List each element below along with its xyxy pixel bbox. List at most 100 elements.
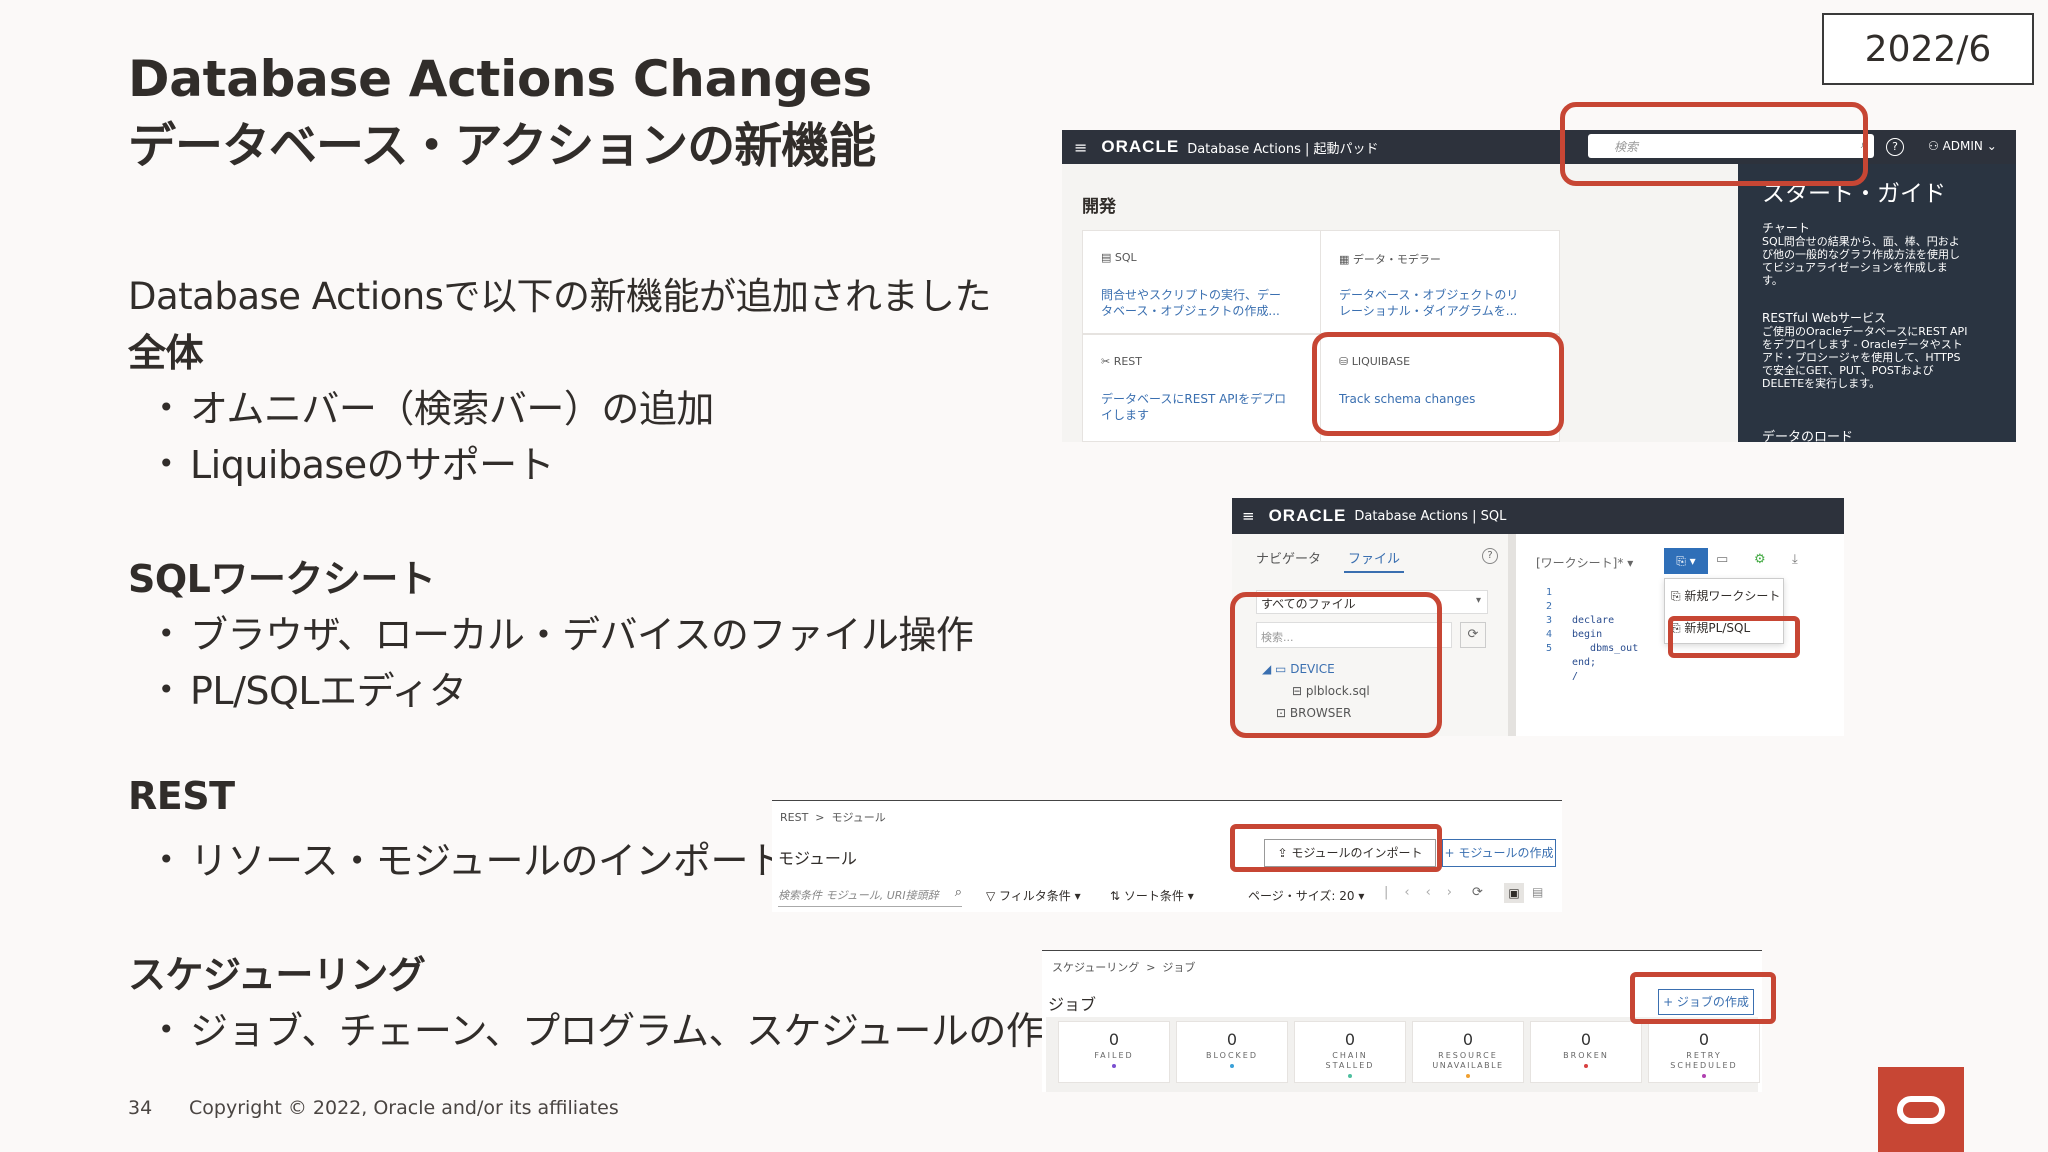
stat-retry-scheduled-value: 0 xyxy=(1698,1030,1710,1049)
bullet-module-import: リソース・モジュールのインポート xyxy=(158,830,786,885)
stat-chain-stalled[interactable]: 0 CHAIN STALLED xyxy=(1294,1021,1406,1083)
slide-title-en: Database Actions Changes xyxy=(128,50,872,108)
refresh-icon[interactable]: ⟳ xyxy=(1460,622,1486,648)
screenshot-rest-modules: REST > モジュール モジュール ⇪ モジュールのインポート + モジュール… xyxy=(772,800,1562,912)
start-guide-panel: スタート・ガイド チャート SQL問合せの結果から、面、棒、円およ び他の一般的… xyxy=(1738,164,2016,442)
rest-heading: RESTful Webサービス xyxy=(1762,311,1887,325)
status-dot xyxy=(1230,1064,1234,1068)
stat-resource-unavailable[interactable]: 0 RESOURCE UNAVAILABLE xyxy=(1412,1021,1524,1083)
app-title: Database Actions | SQL xyxy=(1354,508,1507,524)
hamburger-menu-icon[interactable]: ≡ xyxy=(1242,507,1255,525)
stat-broken[interactable]: 0 BROKEN xyxy=(1530,1021,1642,1083)
rest-line-3: アド・プロシージャを使用して、HTTPS xyxy=(1762,351,1961,364)
sort-icon: ⇅ xyxy=(1110,889,1124,903)
stat-resource-unavailable-label-2: UNAVAILABLE xyxy=(1432,1061,1504,1070)
user-menu[interactable]: ⚇ ADMIN ⌄ xyxy=(1928,139,1997,153)
oracle-brand: ORACLE xyxy=(1101,137,1180,156)
card-data-modeler-desc-1: データベース・オブジェクトのリ xyxy=(1339,288,1519,302)
oracle-logo-icon xyxy=(1897,1095,1945,1124)
status-dot xyxy=(1584,1064,1588,1068)
folder-icon[interactable]: ▭ xyxy=(1716,552,1728,567)
search-icon[interactable]: ⌕ xyxy=(955,885,962,900)
module-search-placeholder: 検索条件 モジュール, URI接頭辞 xyxy=(778,889,939,902)
rest-line-1: ご使用のOracleデータベースにREST API xyxy=(1762,325,1968,338)
stat-retry-scheduled[interactable]: 0 RETRY SCHEDULED xyxy=(1648,1021,1760,1083)
highlight-import-module xyxy=(1230,824,1442,872)
card-data-modeler-title: ▦ データ・モデラー xyxy=(1339,253,1441,266)
worksheet-icon: ⎘ xyxy=(1671,589,1685,603)
card-rest[interactable]: ✂ REST データベースにREST APIをデプロ イします xyxy=(1082,334,1322,442)
stat-retry-scheduled-label-2: SCHEDULED xyxy=(1670,1061,1738,1070)
chart-line-2: び他の一般的なグラフ作成方法を使用し xyxy=(1762,248,1960,261)
start-guide-rest: RESTful Webサービス ご使用のOracleデータベースにREST AP… xyxy=(1762,311,1968,391)
status-dot xyxy=(1112,1064,1116,1068)
filter-dropdown[interactable]: ▽ フィルタ条件 ▾ xyxy=(986,887,1081,904)
table-view-icon[interactable]: ▤ xyxy=(1532,885,1543,899)
page-heading: ジョブ xyxy=(1048,995,1097,1014)
user-icon: ⚇ xyxy=(1928,139,1943,153)
line-numbers: 12345 xyxy=(1546,587,1553,654)
section-heading-general: 全体 xyxy=(128,331,204,375)
tab-file[interactable]: ファイル xyxy=(1344,548,1405,573)
user-name: ADMIN xyxy=(1942,139,1983,153)
stat-resource-unavailable-value: 0 xyxy=(1462,1030,1474,1049)
card-data-modeler[interactable]: ▦ データ・モデラー データベース・オブジェクトのリ レーショナル・ダイアグラム… xyxy=(1320,230,1560,334)
card-sql-desc-1: 問合せやスクリプトの実行、デー xyxy=(1101,288,1282,302)
highlight-create-job xyxy=(1630,972,1776,1024)
stat-failed-label: FAILED xyxy=(1094,1051,1134,1060)
bullet-omnibar: オムニバー（検索バー）の追加 xyxy=(158,378,714,433)
download-icon[interactable]: ⤓ xyxy=(1792,552,1798,567)
rest-line-4: で安全にGET、PUT、POSTおよび xyxy=(1762,364,1934,377)
bullet-file-ops: ブラウザ、ローカル・デバイスのファイル操作 xyxy=(158,604,974,659)
stat-blocked[interactable]: 0 BLOCKED xyxy=(1176,1021,1288,1083)
slide-title-ja: データベース・アクションの新機能 xyxy=(128,118,876,174)
chart-line-1: SQL問合せの結果から、面、棒、円およ xyxy=(1762,235,1960,248)
stat-broken-value: 0 xyxy=(1580,1030,1592,1049)
launchpad-topbar: ≡ ORACLE Database Actions | 起動パッド 検索 ⌕ ?… xyxy=(1062,130,2016,164)
create-module-button[interactable]: + モジュールの作成 xyxy=(1442,839,1556,867)
menu-new-worksheet[interactable]: ⎘ 新規ワークシート xyxy=(1671,587,1780,604)
card-view-icon[interactable]: ▣ xyxy=(1504,883,1524,903)
stat-failed[interactable]: 0 FAILED xyxy=(1058,1021,1170,1083)
status-dot xyxy=(1466,1074,1470,1078)
stat-chain-stalled-label-1: CHAIN xyxy=(1332,1051,1368,1060)
page-size-dropdown[interactable]: ページ・サイズ: 20 ▾ xyxy=(1248,887,1364,904)
settings-icon[interactable]: ⚙ xyxy=(1754,552,1766,567)
stat-resource-unavailable-label-1: RESOURCE xyxy=(1438,1051,1498,1060)
section-heading-sql-worksheet: SQLワークシート xyxy=(128,557,436,601)
refresh-icon[interactable]: ⟳ xyxy=(1472,885,1483,900)
oracle-logo xyxy=(1878,1067,1964,1152)
copyright: Copyright © 2022, Oracle and/or its affi… xyxy=(189,1097,619,1119)
chart-line-4: す。 xyxy=(1762,274,1783,287)
filter-icon: ▽ xyxy=(986,889,1000,903)
chart-heading: チャート xyxy=(1762,221,1810,235)
highlight-omnibar xyxy=(1560,102,1868,186)
intro-text: Database Actionsで以下の新機能が追加されました xyxy=(128,275,991,318)
breadcrumb[interactable]: REST > モジュール xyxy=(780,809,886,825)
start-guide-data-load: データのロード xyxy=(1762,430,1854,442)
tab-navigator[interactable]: ナビゲータ xyxy=(1256,548,1321,567)
splitter[interactable] xyxy=(1508,534,1516,736)
worksheet-tab[interactable]: [ワークシート]* ▾ xyxy=(1536,554,1633,571)
start-guide-chart: チャート SQL問合せの結果から、面、棒、円およ び他の一般的なグラフ作成方法を… xyxy=(1762,221,1960,288)
help-icon[interactable]: ? xyxy=(1886,138,1904,156)
bullet-liquibase: Liquibaseのサポート xyxy=(158,434,555,489)
rest-line-5: DELETEを実行します。 xyxy=(1762,377,1881,390)
help-icon[interactable]: ? xyxy=(1482,548,1498,564)
sort-dropdown[interactable]: ⇅ ソート条件 ▾ xyxy=(1110,887,1194,904)
stat-blocked-label: BLOCKED xyxy=(1205,1051,1258,1060)
hamburger-menu-icon[interactable]: ≡ xyxy=(1074,138,1087,157)
pagination-controls[interactable]: |‹‹› xyxy=(1384,885,1468,900)
module-search-input[interactable]: 検索条件 モジュール, URI接頭辞 ⌕ xyxy=(778,883,962,907)
stat-blocked-value: 0 xyxy=(1226,1030,1238,1049)
section-heading-rest: REST xyxy=(128,774,235,818)
diagram-icon: ▦ xyxy=(1339,253,1353,266)
app-title: Database Actions | 起動パッド xyxy=(1187,141,1379,157)
breadcrumb[interactable]: スケジューリング > ジョブ xyxy=(1052,959,1195,975)
section-development: 開発 xyxy=(1082,197,1116,217)
new-file-dropdown-button[interactable]: ⎘ ▾ xyxy=(1664,548,1708,574)
card-sql[interactable]: ▤ SQL 問合せやスクリプトの実行、デー タベース・オブジェクトの作成... xyxy=(1082,230,1322,334)
code-editor[interactable]: declare begin dbms_out end; / xyxy=(1572,586,1638,712)
stat-chain-stalled-label-2: STALLED xyxy=(1325,1061,1375,1070)
rest-icon: ✂ xyxy=(1101,355,1114,368)
